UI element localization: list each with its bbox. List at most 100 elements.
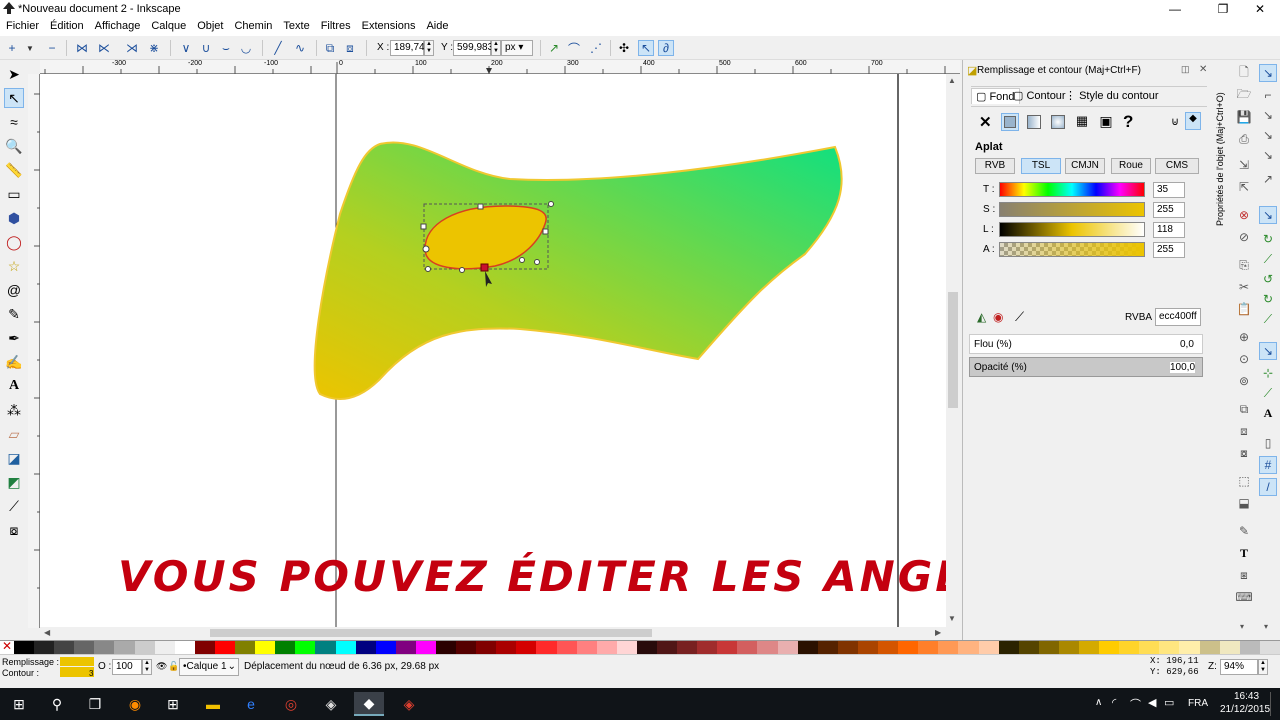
zoom-selection-icon[interactable]: ⊕ (1235, 328, 1253, 346)
unit-select[interactable]: px ▾ (501, 40, 533, 56)
eraser-tool-icon[interactable]: ▱ (4, 424, 24, 444)
swatch-icon[interactable]: ▣ (1097, 113, 1115, 131)
app-icon[interactable]: ◈ (394, 692, 424, 716)
selected-node[interactable] (480, 263, 489, 272)
swatch[interactable] (1199, 641, 1220, 654)
vertical-scrollbar[interactable]: ▲ ▼ (946, 74, 960, 628)
channel-t-input[interactable]: 35 (1153, 182, 1185, 198)
snap-enable-icon[interactable]: ↘ (1259, 64, 1277, 82)
zoom-spinner[interactable]: ▲ ▼ (1258, 659, 1268, 675)
x-input[interactable]: 189,747 (390, 40, 430, 56)
radial-gradient-icon[interactable] (1049, 113, 1067, 131)
swatch[interactable] (154, 641, 175, 654)
color-picker-icon[interactable]: ⟋ (1015, 309, 1024, 325)
swatch[interactable] (74, 641, 95, 654)
no-paint-icon[interactable]: ✕ (979, 113, 992, 131)
snap-midpoint-icon[interactable]: ⟋ (1259, 310, 1277, 328)
more-icon[interactable]: ▾ (1264, 622, 1268, 631)
layers-icon[interactable]: ⧆ (1235, 566, 1253, 584)
undo-icon[interactable]: ⊗ (1235, 206, 1253, 224)
measure-tool-icon[interactable]: 📏 (4, 160, 24, 180)
swatch[interactable] (636, 641, 657, 654)
ungroup-icon[interactable]: ⬓ (1235, 494, 1253, 512)
wifi-icon[interactable]: ⌒ (1130, 696, 1141, 712)
unset-icon[interactable]: ? (1123, 112, 1133, 132)
no-color-swatch[interactable]: ✕ (0, 640, 14, 654)
snap-smooth-icon[interactable]: ↻ (1259, 290, 1277, 308)
text-tool-icon[interactable]: A (4, 376, 24, 396)
swatch[interactable] (295, 641, 316, 654)
swatch[interactable] (697, 641, 718, 654)
redo-icon[interactable]: ⊘ (1235, 228, 1253, 246)
zoom-input[interactable]: 94% (1220, 659, 1258, 675)
swatch[interactable] (435, 641, 457, 654)
search-icon[interactable]: ⚲ (42, 692, 72, 716)
swatch[interactable] (335, 641, 356, 654)
symmetric-node-icon[interactable]: ⌣ (218, 40, 234, 56)
object-properties-tab[interactable]: Propriétés de l'objet (Maj+Ctrl+O) (1215, 66, 1227, 226)
blur-field[interactable]: Flou (%) 0,0 (969, 334, 1203, 354)
swatch[interactable] (1058, 641, 1079, 654)
tray-expand-icon[interactable]: ∧ (1095, 697, 1102, 708)
swatch[interactable] (717, 641, 738, 654)
lightness-slider[interactable] (999, 222, 1145, 237)
menu-calque[interactable]: Calque (151, 18, 186, 32)
ellipse-tool-icon[interactable]: ◯ (4, 232, 24, 252)
swatch[interactable] (496, 641, 517, 654)
clock-date[interactable]: 21/12/2015 (1220, 704, 1270, 715)
menu-texte[interactable]: Texte (283, 18, 309, 32)
swatch[interactable] (194, 641, 215, 654)
new-document-icon[interactable]: 🗋 (1235, 64, 1253, 82)
swatch[interactable] (1038, 641, 1059, 654)
windows-store-icon[interactable]: ⊞ (158, 692, 188, 716)
spray-tool-icon[interactable]: ⁂ (4, 400, 24, 420)
segment-line-icon[interactable]: ╱ (270, 40, 286, 56)
pencil-tool-icon[interactable]: ✎ (4, 304, 24, 324)
selector-tool-icon[interactable]: ➤ (4, 64, 24, 84)
menu-filtres[interactable]: Filtres (321, 18, 351, 32)
fill-indicator[interactable] (60, 657, 94, 666)
channel-a-input[interactable]: 255 (1153, 242, 1185, 258)
swatch[interactable] (134, 641, 155, 654)
tab-rvb[interactable]: RVB (975, 158, 1015, 174)
break-path-icon[interactable]: ⋉ (96, 40, 112, 56)
cut-icon[interactable]: ✂ (1235, 278, 1253, 296)
snap-bbox-mid-icon[interactable]: ↘ (1259, 146, 1277, 164)
dropdown-arrow-icon[interactable]: ▼ (22, 40, 38, 56)
menu-objet[interactable]: Objet (197, 18, 223, 32)
swatch[interactable] (878, 641, 899, 654)
menu-fichier[interactable]: Fichier (6, 18, 39, 32)
opacity-input[interactable]: 100 (112, 659, 142, 675)
node-tool-icon[interactable]: ↖ (4, 88, 24, 108)
fill-stroke-dialog-icon[interactable]: ✎ (1235, 522, 1253, 540)
join-nodes-icon[interactable]: ⋈ (74, 40, 90, 56)
tab-roue[interactable]: Roue (1111, 158, 1151, 174)
group-icon[interactable]: ⬚ (1235, 472, 1253, 490)
tab-style-contour[interactable]: ⋮ Style du contour (1065, 89, 1159, 102)
clock-time[interactable]: 16:43 (1234, 691, 1259, 702)
snap-others-icon[interactable]: ↘ (1259, 342, 1277, 360)
gradient-tool-icon[interactable]: ◩ (4, 472, 24, 492)
opacity-field[interactable]: Opacité (%) 100,0 (969, 357, 1203, 377)
swatch[interactable] (1078, 641, 1100, 654)
auto-smooth-node-icon[interactable]: ◡ (238, 40, 254, 56)
zoom-drawing-icon[interactable]: ⊙ (1235, 350, 1253, 368)
channel-s-input[interactable]: 255 (1153, 202, 1185, 218)
show-outline-icon[interactable]: ⋰ (588, 40, 604, 56)
network-icon[interactable]: ◜ (1112, 696, 1116, 709)
copy-icon[interactable]: ⎘ (1235, 256, 1253, 274)
horizontal-scrollbar[interactable]: ◀ ▶ (40, 627, 960, 639)
scroll-down-icon[interactable]: ▼ (948, 614, 956, 623)
open-icon[interactable]: 🗁 (1235, 86, 1253, 104)
more-icon[interactable]: ▾ (1240, 622, 1244, 631)
swatch[interactable] (355, 641, 376, 654)
swatch[interactable] (596, 641, 617, 654)
connector-tool-icon[interactable]: ⧇ (4, 520, 24, 540)
star-tool-icon[interactable]: ☆ (4, 256, 24, 276)
swatch[interactable] (657, 641, 678, 654)
inkscape-taskbar-icon[interactable]: ◆ (354, 692, 384, 716)
fill-rule-evenodd-icon[interactable]: ⊍ (1171, 115, 1179, 128)
swatch[interactable] (1099, 641, 1120, 654)
rgba-input[interactable]: ecc400ff (1155, 308, 1201, 326)
delete-node-icon[interactable]: − (44, 40, 60, 56)
